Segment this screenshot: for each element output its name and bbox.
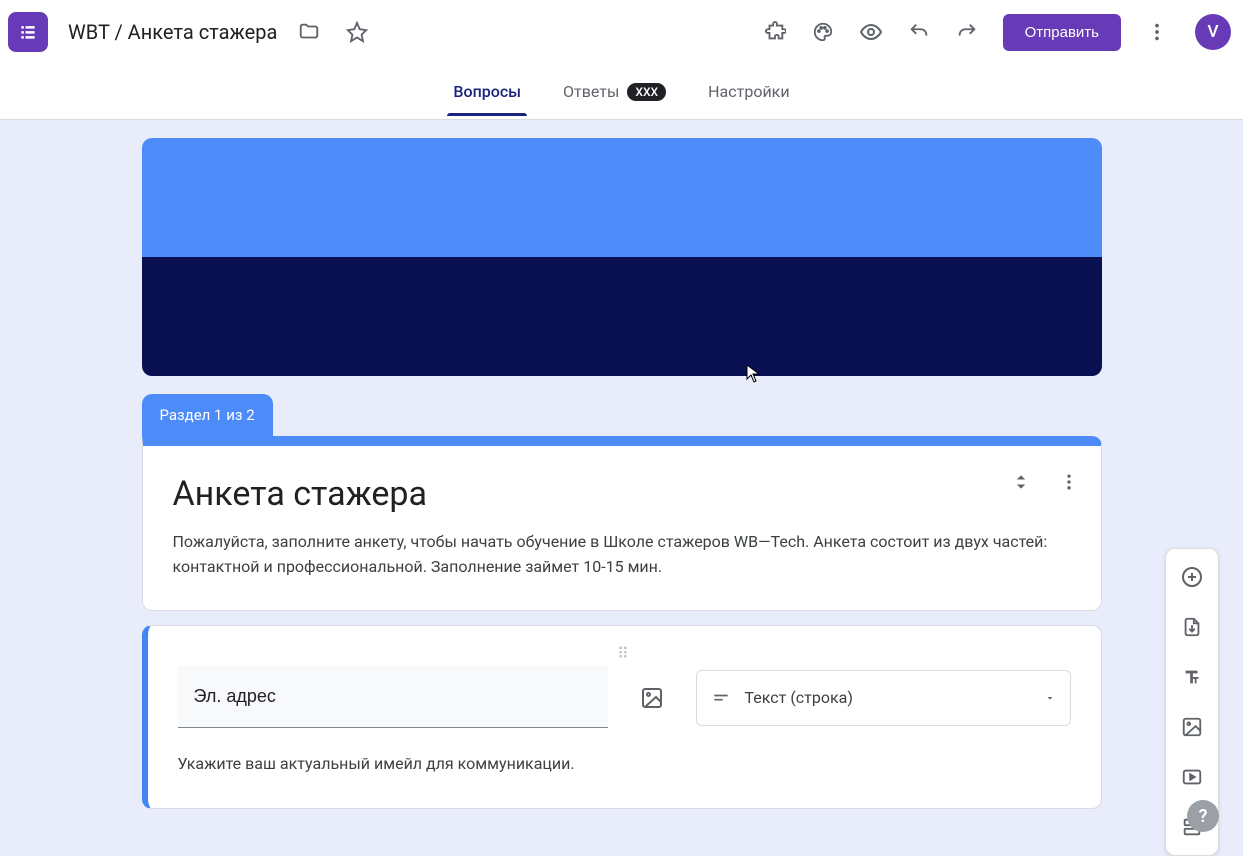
- redo-icon: [956, 21, 978, 43]
- send-button[interactable]: Отправить: [1003, 14, 1121, 51]
- image-icon: [1181, 716, 1203, 738]
- cover-top-stripe: [142, 138, 1102, 257]
- tab-questions[interactable]: Вопросы: [447, 68, 527, 115]
- question-card[interactable]: ⠿ Текст (строка) Укажите ваш актуальный …: [142, 625, 1102, 809]
- star-icon: [346, 21, 368, 43]
- add-image-button[interactable]: [630, 676, 674, 720]
- dropdown-arrow-icon: [1044, 692, 1056, 704]
- eye-icon: [859, 20, 883, 44]
- cover-bottom-stripe: [142, 257, 1102, 376]
- puzzle-icon: [764, 21, 786, 43]
- tab-responses[interactable]: Ответы XXX: [557, 68, 672, 115]
- unfold-less-icon: [1011, 472, 1031, 492]
- redo-button[interactable]: [947, 12, 987, 52]
- question-type-select[interactable]: Текст (строка): [696, 670, 1071, 726]
- form-title[interactable]: Анкета стажера: [173, 474, 1071, 514]
- more-vert-icon: [1059, 472, 1079, 492]
- add-title-button[interactable]: [1174, 659, 1210, 695]
- folder-icon: [298, 21, 320, 43]
- add-question-button[interactable]: [1174, 559, 1210, 595]
- forms-logo[interactable]: [8, 12, 48, 52]
- document-title[interactable]: WBT / Анкета стажера: [64, 16, 281, 48]
- image-icon: [640, 686, 664, 710]
- tab-label: Настройки: [708, 82, 789, 101]
- move-to-folder-button[interactable]: [289, 12, 329, 52]
- tab-label: Вопросы: [453, 82, 521, 101]
- plus-circle-icon: [1180, 565, 1204, 589]
- short-text-icon: [711, 688, 731, 708]
- tabs-bar: Вопросы Ответы XXX Настройки: [0, 64, 1243, 120]
- help-button[interactable]: ?: [1187, 800, 1219, 832]
- import-icon: [1181, 616, 1203, 638]
- drag-handle[interactable]: ⠿: [178, 644, 1071, 660]
- undo-button[interactable]: [899, 12, 939, 52]
- account-avatar[interactable]: V: [1195, 14, 1231, 50]
- star-button[interactable]: [337, 12, 377, 52]
- preview-button[interactable]: [851, 12, 891, 52]
- app-header: WBT / Анкета стажера Отправить V: [0, 0, 1243, 64]
- responses-count-badge: XXX: [627, 83, 666, 101]
- video-icon: [1181, 766, 1203, 788]
- add-image-toolbar-button[interactable]: [1174, 709, 1210, 745]
- title-icon: [1181, 666, 1203, 688]
- form-description[interactable]: Пожалуйста, заполните анкету, чтобы нача…: [173, 530, 1071, 580]
- cover-image[interactable]: [142, 138, 1102, 376]
- palette-icon: [812, 21, 834, 43]
- theme-button[interactable]: [803, 12, 843, 52]
- form-canvas: Раздел 1 из 2 Анкета стажера Пожалуйста,…: [142, 138, 1102, 809]
- section-more-button[interactable]: [1059, 472, 1079, 492]
- more-vert-icon: [1146, 21, 1168, 43]
- collapse-section-button[interactable]: [1011, 472, 1031, 492]
- undo-icon: [908, 21, 930, 43]
- more-button[interactable]: [1137, 12, 1177, 52]
- import-questions-button[interactable]: [1174, 609, 1210, 645]
- forms-logo-icon: [18, 22, 38, 42]
- question-description[interactable]: Укажите ваш актуальный имейл для коммуни…: [178, 754, 1071, 778]
- question-type-label: Текст (строка): [745, 688, 1030, 707]
- addons-button[interactable]: [755, 12, 795, 52]
- form-header-card[interactable]: Анкета стажера Пожалуйста, заполните анк…: [142, 436, 1102, 611]
- tab-settings[interactable]: Настройки: [702, 68, 795, 115]
- question-title-input[interactable]: [178, 666, 608, 728]
- add-video-button[interactable]: [1174, 759, 1210, 795]
- tab-label: Ответы: [563, 82, 619, 101]
- section-indicator[interactable]: Раздел 1 из 2: [142, 394, 273, 436]
